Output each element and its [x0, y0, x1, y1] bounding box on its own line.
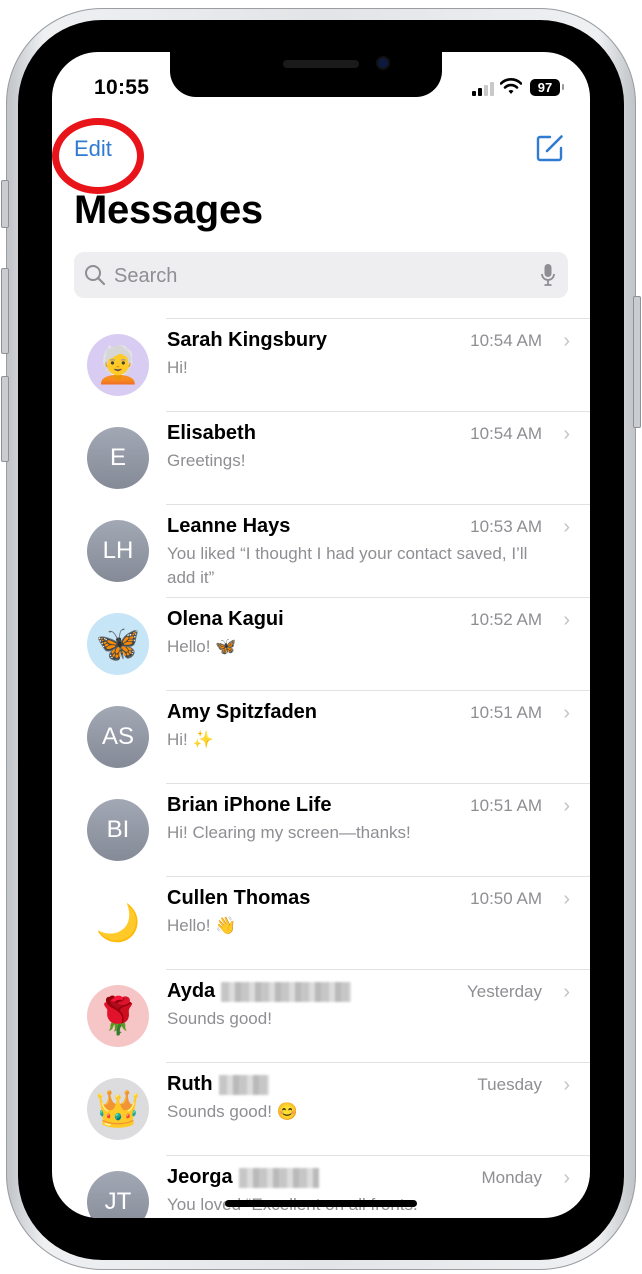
message-time: 10:50 AM [470, 889, 542, 908]
redacted-name-blur [238, 1167, 319, 1188]
avatar[interactable]: AS [87, 706, 149, 768]
volume-down-button [1, 376, 9, 462]
message-time: Monday [481, 1168, 542, 1187]
message-preview: Hi! [167, 358, 188, 377]
avatar[interactable]: 🧑‍🦳 [87, 334, 149, 396]
chevron-right-icon: › [563, 1167, 570, 1189]
chevron-right-icon: › [563, 330, 570, 352]
edit-button[interactable]: Edit [74, 136, 112, 162]
contact-name: Cullen Thomas [167, 887, 310, 910]
contact-name: Ruth [167, 1073, 269, 1096]
avatar[interactable]: LH [87, 520, 149, 582]
chevron-right-icon: › [563, 1074, 570, 1096]
conversation-row[interactable]: E Elisabeth Greetings! 10:54 AM › [52, 411, 590, 504]
battery-tip [562, 84, 564, 90]
side-button [633, 296, 641, 428]
message-time: Yesterday [467, 982, 542, 1001]
message-time: 10:52 AM [470, 610, 542, 629]
chevron-right-icon: › [563, 981, 570, 1003]
front-camera [378, 58, 388, 68]
notch [170, 52, 442, 97]
chevron-right-icon: › [563, 423, 570, 445]
battery-indicator: 97 [530, 79, 560, 96]
home-indicator[interactable] [225, 1200, 417, 1207]
contact-name-text: Leanne Hays [167, 515, 291, 537]
avatar[interactable]: BI [87, 799, 149, 861]
message-time: 10:51 AM [470, 703, 542, 722]
contact-name-text: Olena Kagui [167, 608, 284, 630]
mute-switch [1, 180, 9, 228]
earpiece-speaker [283, 60, 359, 68]
redacted-name-blur [221, 981, 352, 1002]
contact-name-text: Ruth [167, 1073, 213, 1095]
contact-name: Jeorga [167, 1166, 319, 1189]
contact-name-text: Amy Spitzfaden [167, 701, 318, 723]
conversation-list: 🧑‍🦳 Sarah Kingsbury Hi! 10:54 AM › E Elisabeth… [52, 318, 590, 1218]
avatar[interactable]: 🌹 [87, 985, 149, 1047]
avatar[interactable]: E [87, 427, 149, 489]
avatar[interactable]: 🦋 [87, 613, 149, 675]
contact-name: Sarah Kingsbury [167, 329, 327, 352]
status-time: 10:55 [94, 76, 150, 99]
message-time: 10:53 AM [470, 517, 542, 536]
message-preview: Hello! 👋 [167, 916, 237, 935]
contact-name-text: Sarah Kingsbury [167, 329, 328, 351]
message-time: Tuesday [477, 1075, 542, 1094]
message-preview: Hi! ✨ [167, 730, 214, 749]
cellular-signal-icon [472, 82, 494, 96]
chevron-right-icon: › [563, 888, 570, 910]
avatar[interactable]: JT [87, 1171, 149, 1218]
page-title: Messages [74, 188, 263, 232]
contact-name: Amy Spitzfaden [167, 701, 317, 724]
conversation-row[interactable]: 🦋 Olena Kagui Hello! 🦋 10:52 AM › [52, 597, 590, 690]
message-preview: You liked “I thought I had your contact … [167, 544, 528, 587]
contact-name: Olena Kagui [167, 608, 284, 631]
search-bar[interactable] [74, 252, 568, 300]
avatar[interactable]: 🌙 [87, 892, 149, 954]
message-time: 10:51 AM [470, 796, 542, 815]
volume-up-button [1, 268, 9, 354]
avatar[interactable]: 👑 [87, 1078, 149, 1140]
contact-name-text: Cullen Thomas [167, 887, 311, 909]
contact-name: Leanne Hays [167, 515, 290, 538]
message-preview: Hello! 🦋 [167, 637, 237, 656]
chevron-right-icon: › [563, 795, 570, 817]
contact-name-text: Elisabeth [167, 422, 256, 444]
message-time: 10:54 AM [470, 424, 542, 443]
contact-name-text: Ayda [167, 980, 216, 1002]
contact-name-text: Jeorga [167, 1166, 233, 1188]
message-preview: Greetings! [167, 451, 246, 470]
conversation-row[interactable]: AS Amy Spitzfaden Hi! ✨ 10:51 AM › [52, 690, 590, 783]
contact-name: Elisabeth [167, 422, 256, 445]
contact-name-text: Brian iPhone Life [167, 794, 332, 816]
conversation-row[interactable]: 🌙 Cullen Thomas Hello! 👋 10:50 AM › [52, 876, 590, 969]
search-icon [85, 265, 106, 286]
search-input[interactable] [112, 252, 526, 300]
conversation-row[interactable]: 🧑‍🦳 Sarah Kingsbury Hi! 10:54 AM › [52, 318, 590, 411]
message-preview: Hi! Clearing my screen—thanks! [167, 823, 411, 842]
message-preview: Sounds good! 😊 [167, 1102, 298, 1121]
conversation-row[interactable]: LH Leanne Hays You liked “I thought I had … [52, 504, 590, 597]
chevron-right-icon: › [563, 609, 570, 631]
contact-name: Ayda [167, 980, 352, 1003]
chevron-right-icon: › [563, 516, 570, 538]
conversation-row[interactable]: JTJeorgaYou loved “Excellent on all fron… [52, 1155, 590, 1218]
conversation-row[interactable]: 👑 Ruth Sounds good! 😊 Tuesday › [52, 1062, 590, 1155]
chevron-right-icon: › [563, 702, 570, 724]
compose-icon[interactable] [534, 132, 566, 164]
message-preview: Sounds good! [167, 1009, 272, 1028]
redacted-name-blur [218, 1074, 269, 1095]
wifi-icon [500, 78, 522, 94]
conversation-row[interactable]: 🌹 Ayda Sounds good! Yesterday › [52, 969, 590, 1062]
conversation-row[interactable]: BI Brian iPhone Life Hi! Clearing my scree… [52, 783, 590, 876]
microphone-icon[interactable] [540, 263, 556, 287]
messages-screen: 10:55 97 Edit Messages 🧑‍🦳 Sarah Kingsbur… [52, 52, 590, 1218]
message-time: 10:54 AM [470, 331, 542, 350]
contact-name: Brian iPhone Life [167, 794, 331, 817]
